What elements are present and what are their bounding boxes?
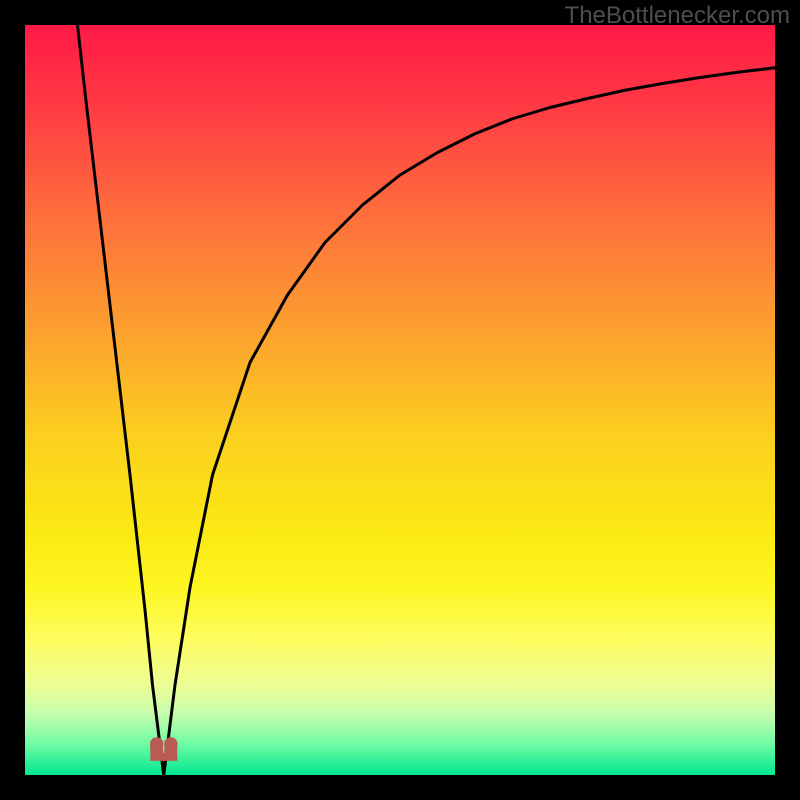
plot-area <box>25 25 775 775</box>
gradient-background <box>25 25 775 775</box>
chart-frame: TheBottlenecker.com <box>0 0 800 800</box>
plot-svg <box>25 25 775 775</box>
